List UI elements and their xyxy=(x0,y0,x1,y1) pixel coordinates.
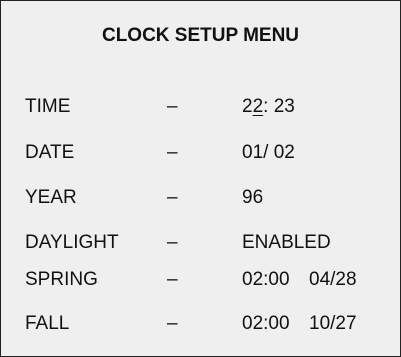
menu-row-daylight[interactable]: DAYLIGHT – ENABLED xyxy=(1,232,400,262)
menu-row-time[interactable]: TIME – 22: 23 xyxy=(1,96,400,126)
row-label: DAYLIGHT xyxy=(25,232,119,253)
row-separator: – xyxy=(167,187,178,208)
menu-row-fall[interactable]: FALL – 02:00 10/27 xyxy=(1,313,400,343)
row-label: TIME xyxy=(25,96,71,117)
spring-time-value[interactable]: 02:00 xyxy=(242,269,290,291)
row-label: SPRING xyxy=(25,269,98,290)
menu-row-year[interactable]: YEAR – 96 xyxy=(1,187,400,217)
time-minutes: : 23 xyxy=(263,96,295,117)
fall-time-value[interactable]: 02:00 xyxy=(242,313,290,335)
spring-date-value[interactable]: 04/28 xyxy=(309,269,357,291)
row-separator: – xyxy=(167,232,178,253)
row-label: FALL xyxy=(25,313,70,334)
time-value[interactable]: 22: 23 xyxy=(242,96,295,118)
row-label: YEAR xyxy=(25,187,77,208)
date-value[interactable]: 01/ 02 xyxy=(242,142,295,164)
clock-setup-screen: CLOCK SETUP MENU TIME – 22: 23 DATE – 01… xyxy=(0,0,401,357)
menu-title: CLOCK SETUP MENU xyxy=(101,25,300,46)
row-label: DATE xyxy=(25,142,75,163)
row-separator: – xyxy=(167,142,178,163)
fall-date-value[interactable]: 10/27 xyxy=(309,313,357,335)
row-separator: – xyxy=(167,96,178,117)
menu-row-spring[interactable]: SPRING – 02:00 04/28 xyxy=(1,269,400,299)
row-separator: – xyxy=(167,313,178,334)
edit-cursor-digit[interactable]: 2 xyxy=(253,96,264,117)
row-separator: – xyxy=(167,269,178,290)
time-hour-tens: 2 xyxy=(242,96,253,117)
year-value[interactable]: 96 xyxy=(242,187,263,209)
daylight-value[interactable]: ENABLED xyxy=(242,232,331,254)
menu-row-date[interactable]: DATE – 01/ 02 xyxy=(1,142,400,172)
